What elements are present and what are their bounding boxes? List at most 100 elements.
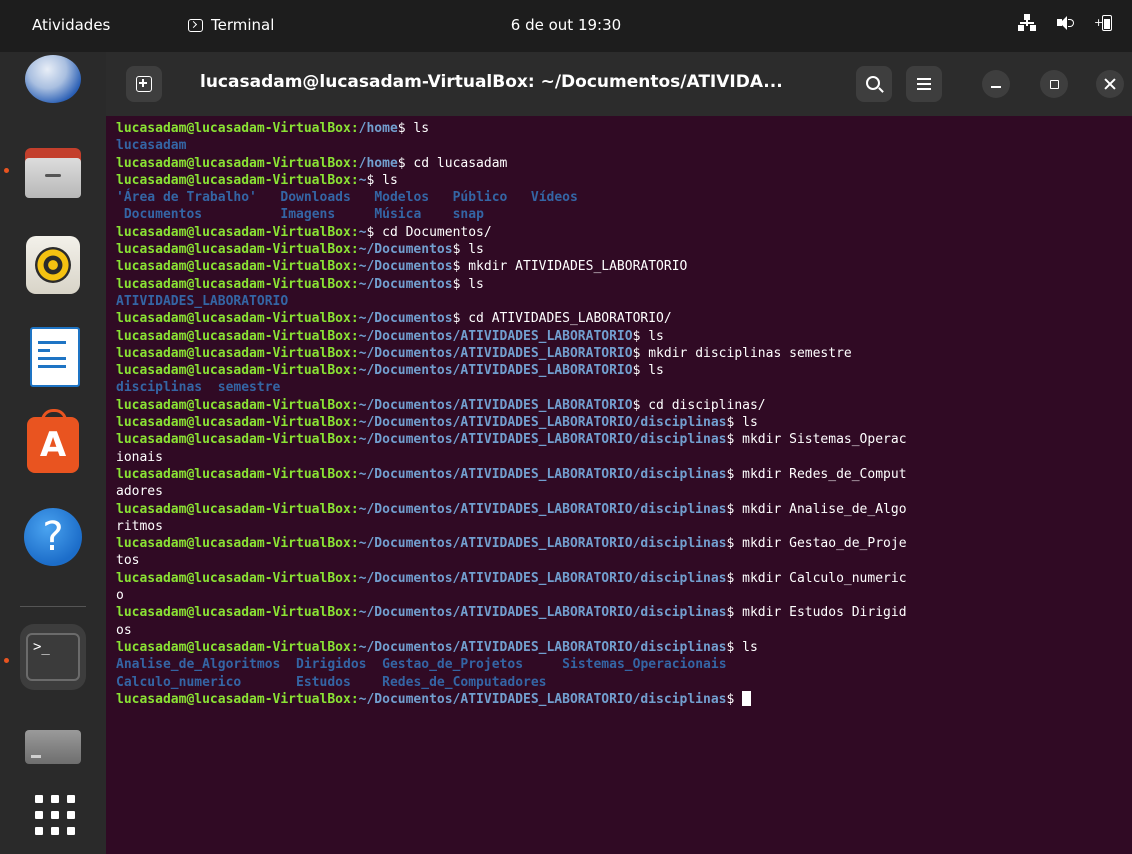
prompt-path: ~/Documentos/ATIVIDADES_LABORATORIO/disc… xyxy=(358,691,727,707)
prompt-path: ~/Documentos xyxy=(358,311,453,327)
command-text: ls xyxy=(734,415,758,431)
prompt-path: ~/Documentos xyxy=(358,242,453,258)
clock[interactable]: 6 de out 19:30 xyxy=(511,16,621,34)
writer-icon xyxy=(30,327,80,387)
prompt-line: lucasadam@lucasadam-VirtualBox:~/Documen… xyxy=(116,570,1132,587)
search-icon xyxy=(866,76,880,90)
dock-rhythmbox[interactable] xyxy=(20,232,86,298)
prompt-line: lucasadam@lucasadam-VirtualBox:~/Documen… xyxy=(116,258,1132,275)
prompt-colon: : xyxy=(350,363,359,379)
prompt-colon: : xyxy=(350,311,359,327)
user-host: lucasadam@lucasadam-VirtualBox xyxy=(116,242,351,258)
prompt-line: lucasadam@lucasadam-VirtualBox:~/Documen… xyxy=(116,414,1132,431)
prompt-line: lucasadam@lucasadam-VirtualBox:~/Documen… xyxy=(116,345,1132,362)
user-host: lucasadam@lucasadam-VirtualBox xyxy=(116,536,351,552)
prompt-path: ~/Documentos/ATIVIDADES_LABORATORIO/disc… xyxy=(358,415,727,431)
prompt-line: lucasadam@lucasadam-VirtualBox:~/Documen… xyxy=(116,604,1132,621)
menu-button[interactable] xyxy=(906,66,942,102)
user-host: lucasadam@lucasadam-VirtualBox xyxy=(116,172,351,188)
command-text: ls xyxy=(640,363,664,379)
directory-name: 'Área de Trabalho' xyxy=(116,190,257,206)
prompt-colon: : xyxy=(350,242,359,258)
prompt-colon: : xyxy=(350,415,359,431)
prompt-line: lucasadam@lucasadam-VirtualBox:~/Documen… xyxy=(116,328,1132,345)
command-text: cd ATIVIDADES_LABORATORIO/ xyxy=(460,311,672,327)
show-apps-button[interactable] xyxy=(20,780,86,846)
prompt-symbol: $ xyxy=(397,155,406,171)
prompt-line: lucasadam@lucasadam-VirtualBox:~/Documen… xyxy=(116,466,1132,483)
dock-help[interactable]: ? xyxy=(20,504,86,570)
prompt-colon: : xyxy=(350,466,359,482)
user-host: lucasadam@lucasadam-VirtualBox xyxy=(116,605,351,621)
minimize-button[interactable] xyxy=(982,70,1010,98)
maximize-button[interactable] xyxy=(1040,70,1068,98)
directory-name: Estudos xyxy=(296,674,351,690)
prompt-colon: : xyxy=(350,536,359,552)
terminal-output[interactable]: lucasadam@lucasadam-VirtualBox:/home$ ls… xyxy=(116,120,1132,854)
user-host: lucasadam@lucasadam-VirtualBox xyxy=(116,570,351,586)
dock-app-center[interactable]: A xyxy=(20,409,86,478)
dock-separator xyxy=(20,606,86,607)
prompt-path: ~/Documentos/ATIVIDADES_LABORATORIO/disc… xyxy=(358,639,727,655)
new-tab-icon xyxy=(136,76,152,92)
prompt-line: lucasadam@lucasadam-VirtualBox:~/Documen… xyxy=(116,639,1132,656)
app-name: Terminal xyxy=(211,16,275,34)
prompt-line: lucasadam@lucasadam-VirtualBox:/home$ ls xyxy=(116,120,1132,137)
directory-name: Música xyxy=(374,207,422,223)
command-text: ls xyxy=(460,242,484,258)
prompt-path: /home xyxy=(358,155,398,171)
volume-icon[interactable] xyxy=(1056,14,1074,32)
app-indicator[interactable]: Terminal xyxy=(188,16,274,34)
prompt-colon: : xyxy=(350,328,359,344)
output-text: o xyxy=(116,588,124,604)
prompt-path: ~/Documentos/ATIVIDADES_LABORATORIO/disc… xyxy=(358,536,727,552)
prompt-colon: : xyxy=(350,345,359,361)
prompt-line: lucasadam@lucasadam-VirtualBox:~/Documen… xyxy=(116,241,1132,258)
user-host: lucasadam@lucasadam-VirtualBox xyxy=(116,466,351,482)
output-text: ionais xyxy=(116,449,163,465)
system-tray[interactable]: + xyxy=(1018,14,1112,32)
user-host: lucasadam@lucasadam-VirtualBox xyxy=(116,432,351,448)
app-center-icon: A xyxy=(27,409,79,473)
prompt-path: ~/Documentos/ATIVIDADES_LABORATORIO/disc… xyxy=(358,570,727,586)
dock-files[interactable] xyxy=(20,140,86,206)
user-host: lucasadam@lucasadam-VirtualBox xyxy=(116,328,351,344)
output-line: disciplinas semestre xyxy=(116,379,1132,396)
command-text: mkdir Sistemas_Operac xyxy=(734,432,907,448)
prompt-colon: : xyxy=(350,639,359,655)
command-text: mkdir Estudos Dirigid xyxy=(734,605,907,621)
dock-terminal[interactable]: >_ xyxy=(20,624,86,690)
close-button[interactable] xyxy=(1096,70,1124,98)
prompt-colon: : xyxy=(350,121,359,136)
dock-writer[interactable] xyxy=(20,322,86,388)
dock-drive[interactable] xyxy=(20,714,86,780)
network-icon[interactable] xyxy=(1018,14,1036,32)
output-line: Calculo_numerico Estudos Redes_de_Comput… xyxy=(116,674,1132,691)
prompt-line: lucasadam@lucasadam-VirtualBox:~/Documen… xyxy=(116,501,1132,518)
search-button[interactable] xyxy=(856,66,892,102)
prompt-path: ~/Documentos/ATIVIDADES_LABORATORIO/disc… xyxy=(358,605,727,621)
prompt-colon: : xyxy=(350,397,359,413)
prompt-line: lucasadam@lucasadam-VirtualBox:/home$ cd… xyxy=(116,155,1132,172)
prompt-path: ~/Documentos xyxy=(358,276,453,292)
dock-thunderbird[interactable] xyxy=(20,54,86,120)
prompt-line: lucasadam@lucasadam-VirtualBox:~/Documen… xyxy=(116,310,1132,327)
user-host: lucasadam@lucasadam-VirtualBox xyxy=(116,345,351,361)
battery-icon[interactable]: + xyxy=(1094,14,1112,32)
new-tab-button[interactable] xyxy=(126,66,162,102)
maximize-icon xyxy=(1049,79,1059,89)
activities-button[interactable]: Atividades xyxy=(32,16,110,34)
help-icon: ? xyxy=(24,508,82,566)
prompt-colon: : xyxy=(350,276,359,292)
terminal-icon: >_ xyxy=(26,633,80,681)
command-text: cd lucasadam xyxy=(405,155,508,171)
prompt-path: ~/Documentos/ATIVIDADES_LABORATORIO xyxy=(358,328,633,344)
